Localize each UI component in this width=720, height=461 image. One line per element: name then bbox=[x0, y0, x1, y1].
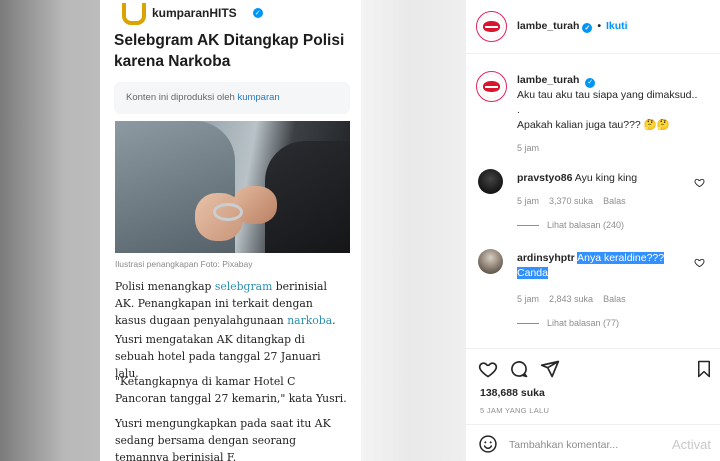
replies-line bbox=[517, 322, 539, 324]
kumparan-logo-icon bbox=[120, 1, 146, 25]
comment-like-heart-icon[interactable] bbox=[694, 177, 705, 188]
emoji-smiley-icon[interactable] bbox=[478, 434, 498, 454]
comment-bubble-icon[interactable] bbox=[509, 359, 529, 379]
post-header: lambe_turah ✓ • Ikuti bbox=[466, 0, 720, 54]
caption-line-2: . bbox=[517, 104, 520, 116]
header-separator: • bbox=[597, 20, 602, 32]
verified-icon: ✓ bbox=[582, 23, 593, 33]
article-paragraph-1: Polisi menangkap selebgram berinisial AK… bbox=[115, 278, 347, 329]
comment-text-selected: Anya keraldine??? bbox=[577, 252, 665, 264]
comment-text: Ayu king king bbox=[574, 172, 638, 184]
reply-button[interactable]: Balas bbox=[603, 196, 626, 206]
p1-link-narkoba: narkoba bbox=[287, 314, 333, 327]
view-replies-button[interactable]: Lihat balasan (77) bbox=[517, 318, 697, 328]
view-replies-button[interactable]: Lihat balasan (240) bbox=[517, 220, 692, 230]
comment-username[interactable]: ardinsyhptr bbox=[517, 252, 575, 264]
follow-button[interactable]: Ikuti bbox=[606, 20, 628, 32]
bookmark-icon[interactable] bbox=[695, 359, 713, 379]
p1-text-c: . bbox=[332, 314, 336, 327]
brand-verified-icon: ✓ bbox=[252, 8, 263, 18]
commenter-avatar[interactable] bbox=[478, 249, 503, 274]
comment-time: 5 jam bbox=[517, 294, 540, 304]
media-blur-backdrop bbox=[355, 0, 465, 461]
produced-by-text: Konten ini diproduksi oleh bbox=[126, 92, 238, 103]
comment-meta: 5 jam 3,370 suka Balas bbox=[517, 196, 692, 206]
comment-like-heart-icon[interactable] bbox=[694, 257, 705, 268]
article-headline: Selebgram AK Ditangkap Polisi karena Nar… bbox=[114, 32, 345, 70]
photo-arm-right bbox=[265, 141, 350, 253]
produced-by-box: Konten ini diproduksi oleh kumparan bbox=[114, 82, 350, 114]
likes-count[interactable]: 138,688 suka bbox=[480, 387, 545, 399]
header-author-row: lambe_turah ✓ • Ikuti bbox=[517, 20, 628, 33]
post-time-ago: 5 JAM YANG LALU bbox=[480, 406, 550, 415]
caption-line-1: Aku tau aku tau siapa yang dimaksud.. bbox=[517, 89, 698, 101]
replies-line bbox=[517, 224, 539, 226]
article-paragraph-3: "Ketangkapnya di kamar Hotel C Pancoran … bbox=[115, 375, 347, 405]
comment-input[interactable]: Tambahkan komentar... bbox=[509, 439, 618, 451]
brand-name: kumparanHITS bbox=[152, 6, 237, 20]
lips-icon bbox=[483, 21, 500, 32]
caption-block: lambe_turah ✓ Aku tau aku tau siapa yang… bbox=[517, 73, 712, 153]
article-screenshot: kumparanHITS ✓ Selebgram AK Ditangkap Po… bbox=[100, 0, 361, 461]
post-actions: 138,688 suka 5 JAM YANG LALU bbox=[466, 348, 720, 415]
thinking-emoji-icon: 🤔🤔 bbox=[643, 119, 670, 131]
comment-text-selected-line2: Canda bbox=[517, 267, 548, 279]
os-watermark: Activat bbox=[672, 437, 712, 452]
comments-panel: lambe_turah ✓ • Ikuti lambe_turah ✓ Aku t… bbox=[465, 0, 720, 461]
produced-by-link: kumparan bbox=[237, 92, 280, 103]
caption-line-3: Apakah kalian juga tau??? 🤔🤔 bbox=[517, 118, 712, 133]
article-paragraph-4: Yusri mengungkapkan pada saat itu AK sed… bbox=[115, 417, 331, 461]
p1-text-a: Polisi menangkap bbox=[115, 280, 215, 293]
caption-time: 5 jam bbox=[517, 143, 540, 153]
comment-username[interactable]: pravstyo86 bbox=[517, 172, 572, 184]
p1-link-selebgram: selebgram bbox=[214, 280, 273, 293]
comment-likes[interactable]: 3,370 suka bbox=[549, 196, 593, 206]
share-paper-plane-icon[interactable] bbox=[540, 359, 560, 379]
commenter-avatar[interactable] bbox=[478, 169, 503, 194]
handcuff-icon bbox=[213, 203, 243, 221]
lips-icon bbox=[483, 81, 500, 92]
caption-avatar[interactable] bbox=[476, 71, 507, 102]
view-replies-label: Lihat balasan (240) bbox=[547, 220, 625, 230]
comment-likes[interactable]: 2,843 suka bbox=[549, 294, 593, 304]
photo-hand-officer bbox=[233, 186, 277, 224]
add-comment-bar: Tambahkan komentar... Activat bbox=[466, 424, 720, 461]
photo-caption: Ilustrasi penangkapan Foto: Pixabay bbox=[115, 259, 253, 269]
comment-item: pravstyo86 Ayu king king 5 jam 3,370 suk… bbox=[517, 171, 692, 230]
view-replies-label: Lihat balasan (77) bbox=[547, 318, 620, 328]
header-username[interactable]: lambe_turah bbox=[517, 20, 579, 32]
post-media: kumparanHITS ✓ Selebgram AK Ditangkap Po… bbox=[0, 0, 465, 461]
verified-icon: ✓ bbox=[585, 77, 596, 88]
arrest-photo bbox=[115, 121, 350, 253]
comments-list[interactable]: lambe_turah ✓ Aku tau aku tau siapa yang… bbox=[466, 55, 720, 347]
like-heart-icon[interactable] bbox=[478, 359, 498, 379]
brand-bar: kumparanHITS ✓ bbox=[120, 0, 263, 26]
reply-button[interactable]: Balas bbox=[603, 294, 626, 304]
comment-meta: 5 jam 2,843 suka Balas bbox=[517, 294, 697, 304]
comment-item: ardinsyhptr Anya keraldine??? Canda 5 ja… bbox=[517, 251, 697, 328]
comment-time: 5 jam bbox=[517, 196, 540, 206]
caption-username[interactable]: lambe_turah bbox=[517, 74, 579, 86]
author-avatar[interactable] bbox=[476, 11, 507, 42]
caption-line-3-text: Apakah kalian juga tau??? bbox=[517, 119, 641, 131]
